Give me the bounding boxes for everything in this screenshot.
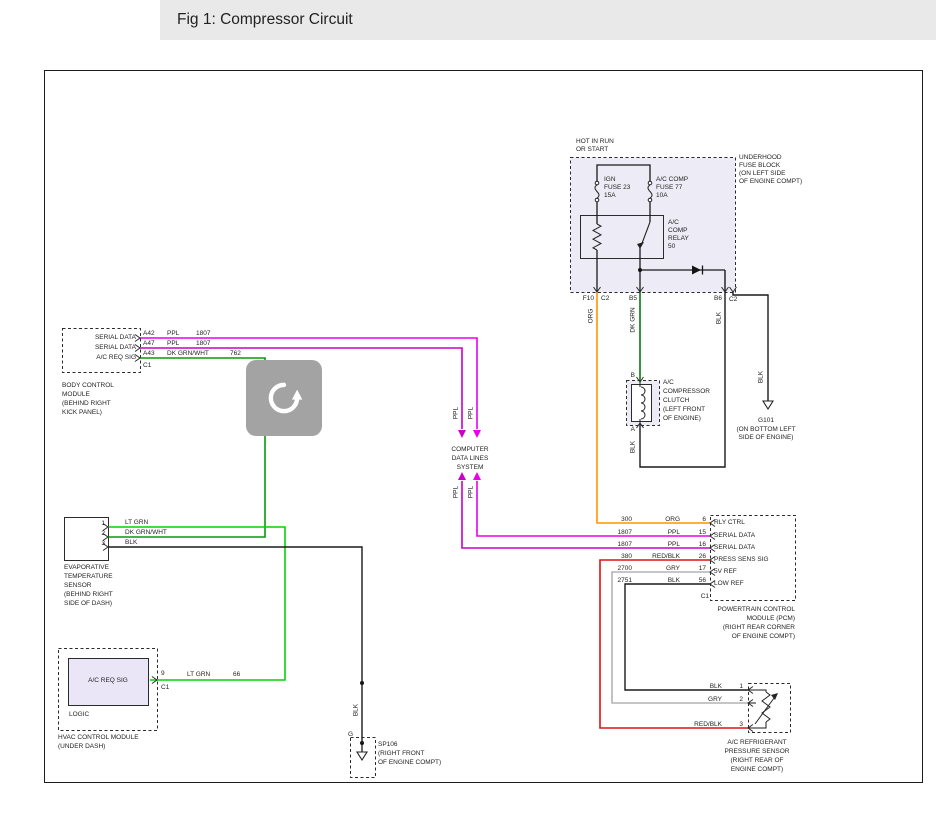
connector-pin [135, 345, 140, 352]
junction-dot [360, 741, 364, 745]
wire-ppl-to-pcm-16 [462, 481, 710, 548]
ac-comp-fuse-symbol [648, 181, 652, 185]
wire-evap-lt-grn-to-hvac [108, 527, 285, 680]
pressure-sensor-box [749, 684, 791, 733]
loading-overlay[interactable] [246, 360, 322, 436]
evap-sensor-box [65, 518, 109, 561]
connector-pin [135, 335, 140, 342]
wire-pcm-low-ref-blk [625, 584, 748, 690]
ac-comp-fuse-symbol [648, 198, 652, 202]
pcm-box [711, 516, 796, 601]
wire-c2-to-g101-blk [733, 292, 768, 401]
wire-b6-clutch-return-blk [640, 270, 725, 467]
underhood-fuse-block-box [571, 158, 736, 293]
sp106-ground-symbol [357, 752, 367, 760]
junction-dot [360, 681, 364, 685]
junction-dot [638, 268, 642, 272]
wire-pcm-5v-ref-gry [612, 572, 748, 703]
wire-evap-blk-to-sp106 [108, 547, 362, 743]
pressure-sensor-resistor-symbol [762, 692, 770, 722]
flow-arrow [458, 472, 466, 480]
flow-arrow [473, 472, 481, 480]
flow-arrow [458, 430, 466, 438]
ign-fuse-symbol [595, 198, 599, 202]
wiring-diagram [0, 0, 936, 814]
hvac-logic-box [69, 659, 149, 706]
wire-ppl-to-pcm-15 [477, 481, 710, 536]
ign-fuse-symbol [595, 181, 599, 185]
g101-ground-symbol [763, 401, 773, 409]
pressure-sensor-wiper-arrow [771, 693, 778, 700]
connector-pin [710, 581, 715, 588]
bcm-box [63, 329, 141, 373]
wire-sensor-internal-3 [748, 722, 766, 728]
refresh-icon [263, 377, 305, 419]
connector-pin [135, 355, 140, 362]
wire-bcm-ac-req-dk-grn-wht [108, 358, 265, 537]
flow-arrow [473, 430, 481, 438]
